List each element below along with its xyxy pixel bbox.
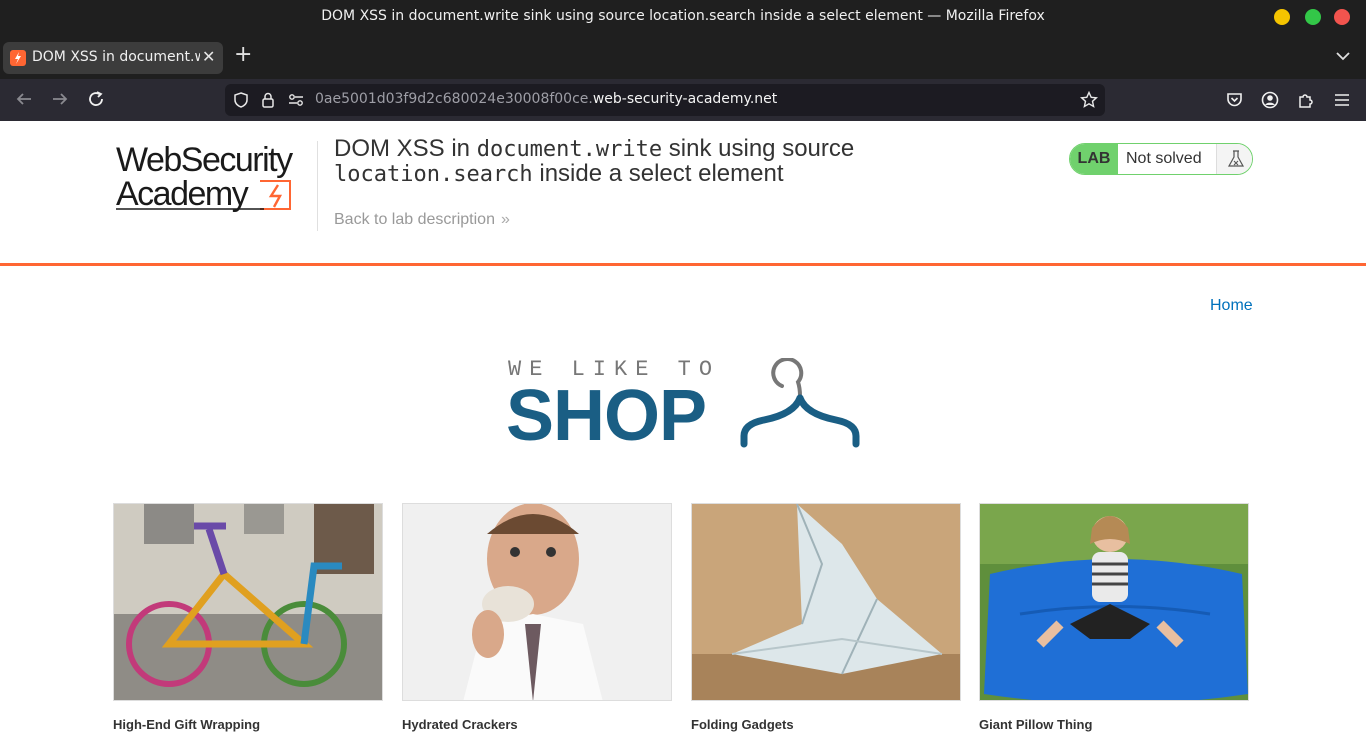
flask-icon xyxy=(1216,144,1252,174)
window-title: DOM XSS in document.write sink using sou… xyxy=(321,8,1045,24)
double-chevron-right-icon: » xyxy=(500,211,510,228)
header-divider xyxy=(317,141,318,231)
web-security-academy-logo[interactable]: WebSecurity Academy xyxy=(114,141,314,213)
account-icon[interactable] xyxy=(1261,91,1279,113)
site-permissions-icon[interactable] xyxy=(288,92,304,112)
back-link-label: Back to lab description xyxy=(334,211,495,228)
back-to-lab-description-link[interactable]: Back to lab description » xyxy=(334,211,510,229)
bookmark-star-icon[interactable] xyxy=(1079,90,1099,113)
window-titlebar: DOM XSS in document.write sink using sou… xyxy=(0,0,1366,34)
lab-title-part-2: sink using source xyxy=(662,135,855,162)
product-image-giant-pillow[interactable] xyxy=(979,503,1249,701)
lab-header: WebSecurity Academy DOM XSS in document.… xyxy=(0,121,1366,263)
url-subdomain: 0ae5001d03f9d2c680024e30008f00ce. xyxy=(315,91,593,107)
list-all-tabs-icon[interactable] xyxy=(1336,46,1350,65)
extensions-icon[interactable] xyxy=(1297,91,1315,113)
lab-title-code-2: location.search xyxy=(334,162,533,187)
product-name[interactable]: Giant Pillow Thing xyxy=(979,717,1092,732)
new-tab-icon[interactable]: + xyxy=(234,44,252,66)
lab-badge: LAB xyxy=(1070,144,1118,174)
minimize-button[interactable] xyxy=(1274,9,1290,25)
lab-title: DOM XSS in document.write sink using sou… xyxy=(334,137,934,187)
lock-icon[interactable] xyxy=(261,92,275,112)
shield-icon[interactable] xyxy=(233,92,249,112)
tab-active[interactable]: DOM XSS in document.write sink using sou… xyxy=(3,42,223,74)
close-window-button[interactable] xyxy=(1334,9,1350,25)
url-domain: web-security-academy.net xyxy=(592,91,778,107)
maximize-button[interactable] xyxy=(1305,9,1321,25)
portswigger-favicon-icon xyxy=(10,50,26,66)
product-name[interactable]: Hydrated Crackers xyxy=(402,717,518,732)
back-icon[interactable] xyxy=(15,90,33,112)
pocket-icon[interactable] xyxy=(1226,91,1243,112)
tab-close-icon[interactable]: ✕ xyxy=(202,47,215,66)
tab-strip: DOM XSS in document.write sink using sou… xyxy=(0,34,1366,79)
forward-icon[interactable] xyxy=(51,90,69,112)
app-menu-icon[interactable] xyxy=(1334,92,1350,111)
product-image-man-eating-cracker[interactable] xyxy=(402,503,672,701)
home-link[interactable]: Home xyxy=(1210,297,1253,315)
tab-label: DOM XSS in document.write sink using sou… xyxy=(32,49,200,65)
logo-bolt-icon xyxy=(116,180,291,210)
we-like-to-shop-logo: WE LIKE TO SHOP xyxy=(506,354,862,456)
lab-title-code-1: document.write xyxy=(476,137,663,162)
product-name[interactable]: Folding Gadgets xyxy=(691,717,794,732)
lab-title-part-3: inside a select element xyxy=(532,160,784,187)
lab-status-text: Not solved xyxy=(1126,150,1202,167)
hanger-icon xyxy=(740,358,860,448)
url-text[interactable]: 0ae5001d03f9d2c680024e30008f00ce.web-sec… xyxy=(315,91,777,107)
shop-logo-brand: SHOP xyxy=(506,376,707,456)
navigation-toolbar: 0ae5001d03f9d2c680024e30008f00ce.web-sec… xyxy=(0,79,1366,121)
reload-icon[interactable] xyxy=(87,90,105,112)
product-image-yarn-bicycle[interactable] xyxy=(113,503,383,701)
url-bar[interactable]: 0ae5001d03f9d2c680024e30008f00ce.web-sec… xyxy=(225,84,1105,116)
lab-status-widget: LAB Not solved xyxy=(1069,143,1253,175)
product-image-origami-bird[interactable] xyxy=(691,503,961,701)
product-name[interactable]: High-End Gift Wrapping xyxy=(113,717,260,732)
lab-title-part-1: DOM XSS in xyxy=(334,135,477,162)
header-rule xyxy=(0,263,1366,266)
